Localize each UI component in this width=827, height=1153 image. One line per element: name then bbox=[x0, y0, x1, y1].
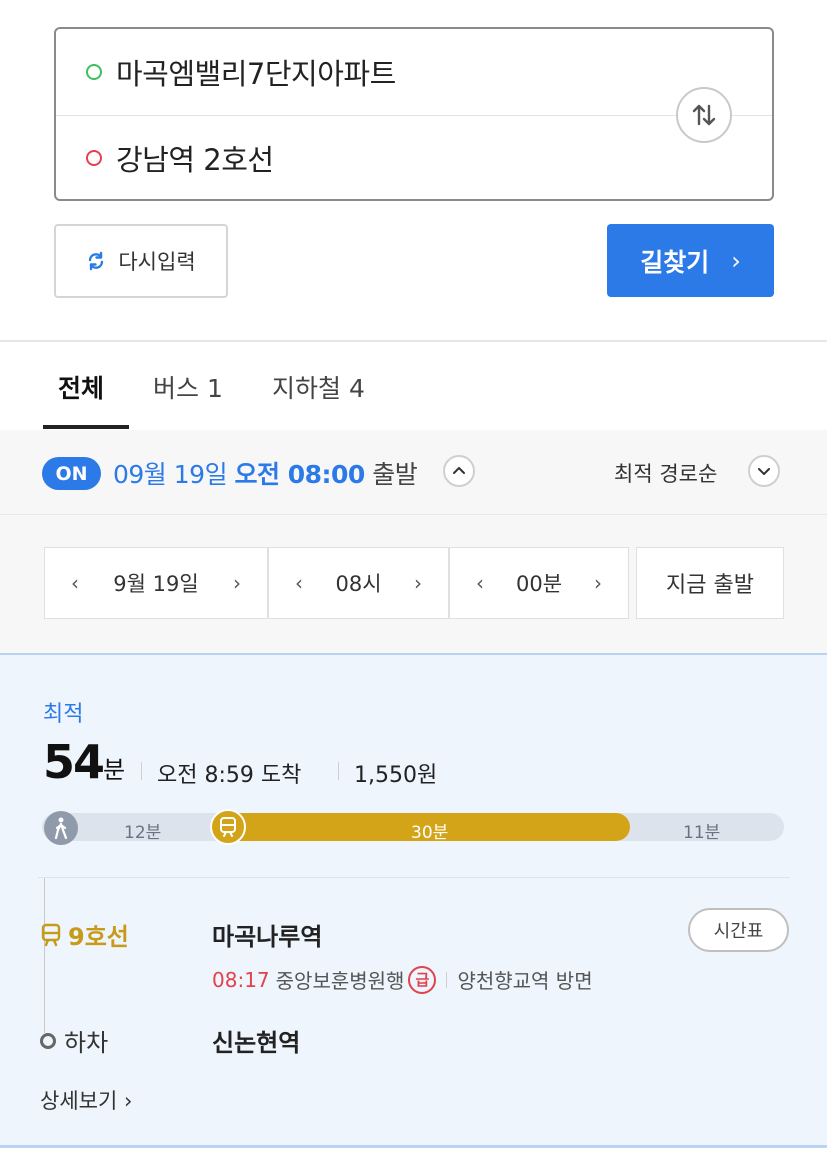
express-badge: 급 bbox=[408, 965, 437, 994]
prev-minute-button[interactable]: ‹ bbox=[476, 571, 484, 595]
alight-station: 신논현역 bbox=[212, 1029, 301, 1057]
departure-time-bar: ON 09월 19일 오전 08:00 출발 최적 경로순 bbox=[0, 430, 827, 515]
start-dot-icon bbox=[86, 64, 102, 80]
board-station: 마곡나루역 bbox=[212, 923, 323, 951]
end-dot-icon bbox=[86, 150, 102, 166]
sort-order-label[interactable]: 최적 경로순 bbox=[614, 458, 717, 488]
fare: 1,550원 bbox=[354, 763, 438, 788]
tab-bus[interactable]: 버스 1 bbox=[153, 369, 223, 405]
start-location-row[interactable]: 마곡엠밸리7단지아파트 bbox=[56, 29, 772, 115]
hour-value: 08시 bbox=[335, 572, 382, 596]
date-value: 9월 19일 bbox=[113, 572, 199, 596]
time-picker-area: ‹ 9월 19일 › ‹ 08시 › ‹ 00분 › 지금 출발 bbox=[0, 515, 827, 653]
departure-date: 09월 19일 bbox=[113, 460, 228, 489]
date-picker: ‹ 9월 19일 › bbox=[44, 547, 268, 619]
walk-icon bbox=[44, 811, 78, 845]
train-info-row: 08:17 중앙보훈병원행 급 양천향교역 방면 bbox=[212, 965, 593, 994]
route-step-line bbox=[44, 878, 45, 1033]
best-route-badge: 최적 bbox=[43, 702, 84, 727]
meta-separator bbox=[141, 762, 142, 780]
start-location-text: 마곡엠밸리7단지아파트 bbox=[116, 57, 396, 91]
swap-icon bbox=[692, 104, 716, 126]
train-destination: 중앙보훈병원행 bbox=[275, 969, 405, 993]
next-minute-button[interactable]: › bbox=[594, 571, 602, 595]
chevron-up-icon bbox=[453, 467, 465, 474]
tab-subway[interactable]: 지하철 4 bbox=[272, 369, 365, 405]
arrival-time: 오전 8:59 도착 bbox=[157, 763, 302, 788]
active-tab-indicator bbox=[43, 425, 129, 429]
line-name-text: 9호선 bbox=[68, 923, 129, 951]
prev-date-button[interactable]: ‹ bbox=[71, 571, 79, 595]
refresh-icon bbox=[89, 251, 104, 271]
reset-input-button[interactable]: 다시입력 bbox=[54, 224, 228, 298]
alight-text: 하차 bbox=[64, 1029, 109, 1057]
reset-label: 다시입력 bbox=[118, 250, 196, 274]
alight-label: 하차 bbox=[40, 1023, 108, 1058]
walk-duration-1: 12분 bbox=[124, 823, 162, 843]
swap-locations-button[interactable] bbox=[676, 87, 732, 143]
duration-number: 54 bbox=[43, 735, 105, 789]
chevron-down-icon bbox=[758, 468, 770, 475]
subway-line-label: 9호선 bbox=[40, 917, 129, 952]
find-route-button[interactable]: 길찾기 › bbox=[607, 224, 774, 297]
next-date-button[interactable]: › bbox=[233, 571, 241, 595]
route-card[interactable]: 최적 54분 오전 8:59 도착 1,550원 12분 30분 11분 9호선… bbox=[0, 653, 827, 1148]
walk-duration-2: 11분 bbox=[683, 823, 721, 843]
timetable-button[interactable]: 시간표 bbox=[688, 908, 789, 952]
section-divider bbox=[0, 340, 827, 342]
find-label: 길찾기 bbox=[640, 247, 710, 277]
hour-picker: ‹ 08시 › bbox=[268, 547, 449, 619]
end-location-text: 강남역 2호선 bbox=[116, 143, 274, 177]
subway-line-icon bbox=[41, 923, 61, 946]
train-direction: 양천향교역 방면 bbox=[457, 969, 593, 993]
total-duration: 54분 bbox=[43, 735, 125, 789]
depart-now-button[interactable]: 지금 출발 bbox=[636, 547, 784, 619]
tab-all[interactable]: 전체 bbox=[58, 369, 104, 405]
sort-dropdown-button[interactable] bbox=[748, 455, 780, 487]
minute-value: 00분 bbox=[515, 572, 563, 596]
alight-dot-icon bbox=[40, 1032, 56, 1049]
departure-suffix: 출발 bbox=[372, 460, 418, 489]
subway-icon bbox=[210, 809, 246, 845]
next-train-time: 08:17 bbox=[212, 967, 270, 992]
prev-hour-button[interactable]: ‹ bbox=[295, 571, 303, 595]
info-separator bbox=[446, 971, 448, 988]
departure-summary: 09월 19일 오전 08:00 출발 bbox=[113, 455, 418, 491]
duration-unit: 분 bbox=[103, 756, 126, 784]
card-divider bbox=[38, 877, 790, 878]
collapse-time-button[interactable] bbox=[443, 455, 475, 487]
chevron-right-icon: › bbox=[731, 246, 741, 275]
meta-separator bbox=[338, 762, 339, 780]
departure-toggle[interactable]: ON bbox=[42, 457, 101, 490]
route-search-box: 마곡엠밸리7단지아파트 강남역 2호선 bbox=[54, 27, 774, 201]
end-location-row[interactable]: 강남역 2호선 bbox=[56, 115, 772, 201]
view-details-link[interactable]: 상세보기 › bbox=[40, 1085, 132, 1115]
subway-duration: 30분 bbox=[411, 823, 449, 843]
minute-picker: ‹ 00분 › bbox=[449, 547, 629, 619]
next-hour-button[interactable]: › bbox=[414, 571, 422, 595]
route-type-tabs: 전체 버스 1 지하철 4 bbox=[0, 343, 827, 431]
departure-time: 오전 08:00 bbox=[234, 460, 366, 489]
